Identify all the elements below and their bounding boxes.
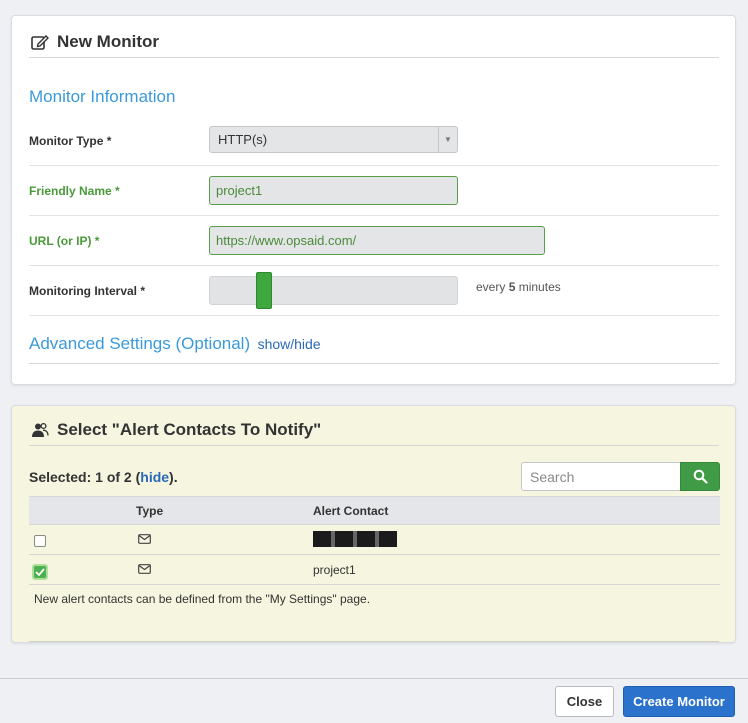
monitor-information-heading: Monitor Information <box>29 87 176 106</box>
modal-footer: Close Create Monitor <box>0 678 748 723</box>
create-monitor-button[interactable]: Create Monitor <box>623 686 735 717</box>
monitor-type-value: HTTP(s) <box>218 132 268 147</box>
edit-icon <box>31 34 49 50</box>
url-input[interactable] <box>209 226 545 255</box>
advanced-settings-row: Advanced Settings (Optional) show/hide <box>29 334 719 364</box>
interval-prefix: every <box>476 280 506 294</box>
chevron-down-icon: ▼ <box>438 127 457 152</box>
url-label: URL (or IP) * <box>29 233 100 248</box>
users-icon <box>32 422 49 437</box>
contacts-table-header: Type Alert Contact <box>29 496 720 525</box>
contact-name: project1 <box>313 563 356 577</box>
redacted-contact <box>313 531 397 547</box>
search-input[interactable] <box>521 462 681 491</box>
friendly-name-input[interactable] <box>209 176 458 205</box>
redaction-block <box>313 531 331 547</box>
interval-slider[interactable] <box>209 272 458 309</box>
selected-count-prefix: Selected: 1 of 2 ( <box>29 469 141 485</box>
redaction-block <box>357 531 375 547</box>
contact-checkbox[interactable] <box>34 535 46 547</box>
close-button[interactable]: Close <box>555 686 614 717</box>
new-monitor-header: New Monitor <box>29 26 719 58</box>
url-row: URL (or IP) * <box>29 216 719 266</box>
table-row: project1 <box>29 555 720 585</box>
monitor-type-label: Monitor Type * <box>29 133 112 148</box>
advanced-settings-title: Advanced Settings (Optional) <box>29 334 251 353</box>
divider <box>29 641 719 642</box>
interval-readout: every 5 minutes <box>476 280 561 294</box>
column-alert-contact: Alert Contact <box>313 504 389 518</box>
monitoring-interval-row: Monitoring Interval * every 5 minutes <box>29 266 719 316</box>
friendly-name-label: Friendly Name * <box>29 183 120 198</box>
search-icon <box>693 469 708 484</box>
alert-contacts-header: Select "Alert Contacts To Notify" <box>29 414 719 446</box>
hide-selected-link[interactable]: hide <box>140 469 169 485</box>
selected-count-suffix: ). <box>169 469 178 485</box>
monitoring-interval-label: Monitoring Interval * <box>29 283 146 298</box>
envelope-icon <box>138 564 151 574</box>
interval-slider-handle[interactable] <box>256 272 272 309</box>
table-row <box>29 525 720 555</box>
interval-suffix: minutes <box>518 280 561 294</box>
friendly-name-row: Friendly Name * <box>29 166 719 216</box>
checkmark-icon <box>35 568 45 576</box>
alert-contacts-note: New alert contacts can be defined from t… <box>34 592 371 606</box>
monitor-type-row: Monitor Type * HTTP(s) ▼ <box>29 116 719 166</box>
envelope-icon <box>138 534 151 544</box>
contact-checkbox-checked[interactable] <box>32 564 48 580</box>
alert-contacts-title: Select "Alert Contacts To Notify" <box>57 419 322 439</box>
interval-value: 5 <box>508 280 516 294</box>
redaction-block <box>379 531 397 547</box>
redaction-block <box>335 531 353 547</box>
advanced-settings-toggle-link[interactable]: show/hide <box>258 336 321 352</box>
new-monitor-panel: New Monitor Monitor Information Monitor … <box>11 15 736 385</box>
column-type: Type <box>136 504 164 518</box>
selected-count: Selected: 1 of 2 (hide). <box>29 469 178 485</box>
alert-contacts-panel: Select "Alert Contacts To Notify" Select… <box>11 405 736 643</box>
new-monitor-title: New Monitor <box>57 31 159 51</box>
search-button[interactable] <box>680 462 720 491</box>
monitor-type-select[interactable]: HTTP(s) ▼ <box>209 126 458 153</box>
